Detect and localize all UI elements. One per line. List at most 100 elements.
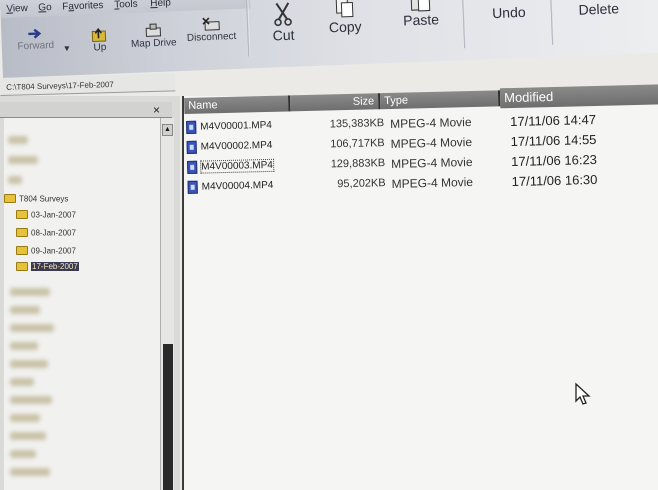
forward-label: Forward bbox=[17, 39, 55, 53]
file-size: 135,383KB bbox=[329, 117, 385, 131]
file-modified: 17/11/06 14:55 bbox=[510, 131, 597, 150]
menu-tools[interactable]: Tools bbox=[114, 0, 138, 11]
file-modified: 17/11/06 14:47 bbox=[510, 111, 597, 130]
file-list-pane: Name Size Type Modified M4V00001.MP4 135… bbox=[182, 84, 658, 490]
tree-item-label: 17-Feb-2007 bbox=[31, 262, 79, 272]
blurred-tree-item bbox=[10, 288, 50, 296]
toolbar-separator bbox=[461, 0, 467, 49]
cut-button[interactable]: Cut bbox=[262, 0, 304, 44]
menu-help[interactable]: Help bbox=[150, 0, 171, 9]
column-header-type[interactable]: Type bbox=[379, 90, 501, 110]
copy-button[interactable]: Copy bbox=[318, 0, 371, 36]
close-icon[interactable]: × bbox=[153, 103, 160, 117]
tree-item-label: 08-Jan-2007 bbox=[31, 228, 76, 238]
cut-label: Cut bbox=[272, 26, 295, 44]
folders-pane: × T804 Surveys 03-Jan-2007 08-Jan-2007 0… bbox=[0, 96, 180, 490]
disconnect-label: Disconnect bbox=[186, 30, 237, 44]
mouse-pointer-icon bbox=[575, 382, 591, 405]
column-header-modified[interactable]: Modified bbox=[499, 84, 658, 109]
file-list: M4V00001.MP4 135,383KB MPEG-4 Movie 17/1… bbox=[184, 106, 658, 218]
file-modified: 17/11/06 16:30 bbox=[511, 171, 598, 190]
map-drive-label: Map Drive bbox=[130, 37, 177, 50]
file-modified: 17/11/06 16:23 bbox=[510, 151, 598, 170]
blurred-tree-item bbox=[10, 378, 34, 386]
up-button[interactable]: Up bbox=[81, 26, 118, 54]
folder-icon bbox=[16, 246, 28, 256]
file-name: M4V00001.MP4 bbox=[200, 119, 273, 133]
blurred-tree-item bbox=[10, 468, 50, 476]
blurred-tree-item bbox=[8, 136, 28, 144]
forward-dropdown[interactable]: ▾ bbox=[62, 43, 72, 54]
file-name: M4V00003.MP4 bbox=[200, 158, 275, 174]
delete-button[interactable]: Delete bbox=[566, 0, 631, 18]
blurred-tree-item bbox=[10, 450, 36, 458]
blurred-tree-item bbox=[8, 156, 38, 164]
file-size: 129,883KB bbox=[330, 157, 386, 171]
blurred-tree-item bbox=[10, 396, 52, 404]
map-drive-icon bbox=[145, 23, 162, 37]
toolbar-separator bbox=[549, 0, 555, 45]
blurred-tree-item bbox=[10, 414, 40, 422]
arrow-right-icon bbox=[28, 28, 42, 39]
menu-favorites[interactable]: Favorites bbox=[62, 0, 104, 13]
blurred-tree-item bbox=[10, 324, 54, 332]
address-value: C:\T804 Surveys\17-Feb-2007 bbox=[6, 80, 114, 92]
up-label: Up bbox=[93, 41, 107, 54]
file-size: 106,717KB bbox=[330, 137, 385, 151]
tree-item-08-jan-2007[interactable]: 08-Jan-2007 bbox=[16, 228, 76, 242]
blurred-tree-item bbox=[8, 176, 22, 184]
disconnect-drive-icon bbox=[202, 17, 220, 31]
tree-item-09-jan-2007[interactable]: 09-Jan-2007 bbox=[16, 246, 76, 260]
delete-label: Delete bbox=[578, 0, 620, 18]
folder-open-icon bbox=[16, 262, 28, 272]
folder-up-icon bbox=[91, 27, 107, 42]
file-name: M4V00002.MP4 bbox=[200, 139, 273, 153]
scrollbar-thumb[interactable] bbox=[163, 344, 173, 490]
paste-button[interactable]: Paste bbox=[392, 0, 449, 29]
folder-icon bbox=[4, 194, 16, 204]
blurred-tree-item bbox=[10, 432, 46, 440]
tree-item-root[interactable]: T804 Surveys bbox=[4, 194, 68, 208]
map-drive-button[interactable]: Map Drive bbox=[125, 21, 182, 50]
blurred-tree-item bbox=[10, 360, 48, 368]
toolbar-separator bbox=[246, 0, 251, 57]
paste-label: Paste bbox=[402, 11, 440, 29]
blurred-tree-item bbox=[10, 342, 38, 350]
file-type: MPEG-4 Movie bbox=[390, 134, 473, 151]
mpeg4-file-icon bbox=[186, 120, 197, 134]
file-name: M4V00004.MP4 bbox=[201, 179, 274, 193]
folder-icon bbox=[16, 210, 28, 220]
tree-item-label: 03-Jan-2007 bbox=[31, 210, 76, 220]
column-header-size[interactable]: Size bbox=[290, 93, 381, 112]
mpeg4-file-icon bbox=[186, 140, 197, 154]
tree-item-label: T804 Surveys bbox=[19, 194, 69, 204]
undo-label: Undo bbox=[491, 3, 526, 22]
tree-item-label: 09-Jan-2007 bbox=[31, 246, 76, 256]
address-bar[interactable]: C:\T804 Surveys\17-Feb-2007 bbox=[0, 73, 176, 96]
disconnect-button[interactable]: Disconnect bbox=[181, 15, 242, 44]
copy-icon bbox=[335, 0, 354, 18]
menu-go[interactable]: Go bbox=[38, 2, 52, 14]
undo-button[interactable]: Undo bbox=[478, 0, 539, 22]
folders-pane-header: × bbox=[0, 102, 172, 118]
toolbar: View Go Favorites Tools Help Forward ▾ U… bbox=[0, 0, 658, 78]
column-header-name[interactable]: Name bbox=[184, 95, 291, 114]
mpeg4-file-icon bbox=[187, 180, 198, 194]
mpeg4-file-icon bbox=[187, 160, 198, 174]
scroll-up-arrow-icon[interactable]: ▲ bbox=[162, 124, 173, 136]
folder-tree[interactable]: T804 Surveys 03-Jan-2007 08-Jan-2007 09-… bbox=[4, 118, 160, 490]
copy-label: Copy bbox=[328, 18, 362, 36]
menu-view[interactable]: View bbox=[6, 3, 28, 15]
file-type: MPEG-4 Movie bbox=[391, 174, 474, 191]
folder-tree-scrollbar[interactable]: ▲ bbox=[160, 118, 174, 490]
forward-button[interactable]: Forward bbox=[9, 26, 62, 53]
file-size: 95,202KB bbox=[337, 177, 386, 191]
tree-item-17-feb-2007[interactable]: 17-Feb-2007 bbox=[16, 262, 79, 276]
file-type: MPEG-4 Movie bbox=[391, 154, 473, 171]
scissors-icon bbox=[274, 2, 292, 27]
folder-icon bbox=[16, 228, 28, 238]
file-type: MPEG-4 Movie bbox=[390, 114, 472, 131]
tree-item-03-jan-2007[interactable]: 03-Jan-2007 bbox=[16, 210, 76, 224]
paste-icon bbox=[410, 0, 431, 12]
blurred-tree-item bbox=[10, 306, 40, 314]
